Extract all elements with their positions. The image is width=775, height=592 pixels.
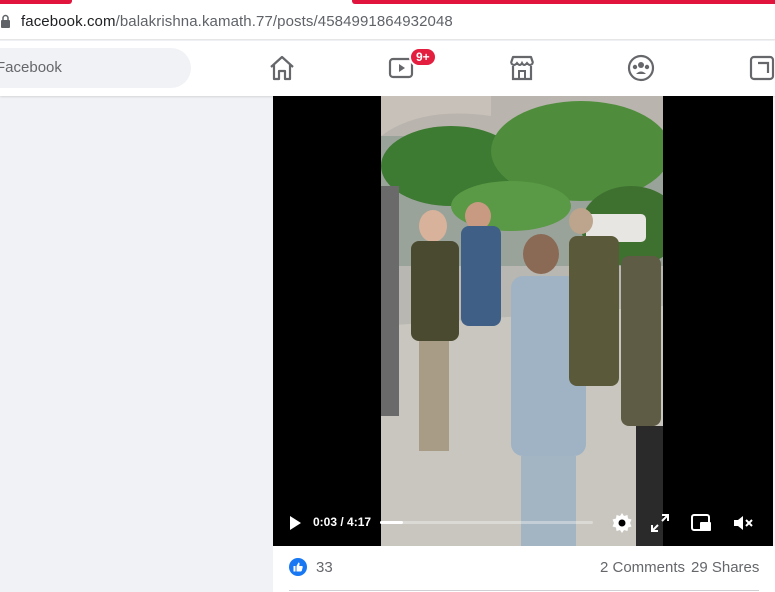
url-path: /balakrishna.kamath.77/posts/45849918649… <box>115 13 453 30</box>
home-icon[interactable] <box>267 53 297 83</box>
video-timecode: 0:03 / 4:17 <box>313 515 372 529</box>
settings-icon[interactable] <box>610 511 634 535</box>
picture-in-picture-icon[interactable] <box>689 511 713 535</box>
divider <box>289 590 759 591</box>
like-icon[interactable] <box>289 558 307 576</box>
facebook-header: Facebook 9+ <box>0 41 775 96</box>
marketplace-icon[interactable] <box>507 53 537 83</box>
fullscreen-icon[interactable] <box>648 511 672 535</box>
groups-icon[interactable] <box>626 53 656 83</box>
video-progress-bar[interactable] <box>380 521 593 524</box>
muted-icon[interactable] <box>731 511 755 535</box>
search-input[interactable]: Facebook <box>0 48 191 88</box>
post-reactions-bar: 33 2 Comments 29 Shares <box>273 546 775 592</box>
video-controls: 0:03 / 4:17 <box>273 500 773 546</box>
notification-badge: 9+ <box>409 47 437 67</box>
video-player[interactable]: 0:03 / 4:17 <box>273 96 773 546</box>
video-progress-fill <box>380 521 404 524</box>
reaction-count[interactable]: 33 <box>316 559 333 576</box>
url-domain: facebook.com <box>21 13 116 30</box>
search-placeholder: Facebook <box>0 59 62 76</box>
address-bar[interactable]: facebook.com/balakrishna.kamath.77/posts… <box>0 4 775 40</box>
url-text[interactable]: facebook.com/balakrishna.kamath.77/posts… <box>21 13 453 30</box>
comments-link[interactable]: 2 Comments <box>600 559 685 576</box>
video-frame <box>381 96 663 546</box>
play-icon[interactable] <box>287 515 303 531</box>
shares-link[interactable]: 29 Shares <box>691 559 759 576</box>
gaming-icon[interactable] <box>748 53 775 83</box>
lock-icon[interactable] <box>1 14 10 28</box>
